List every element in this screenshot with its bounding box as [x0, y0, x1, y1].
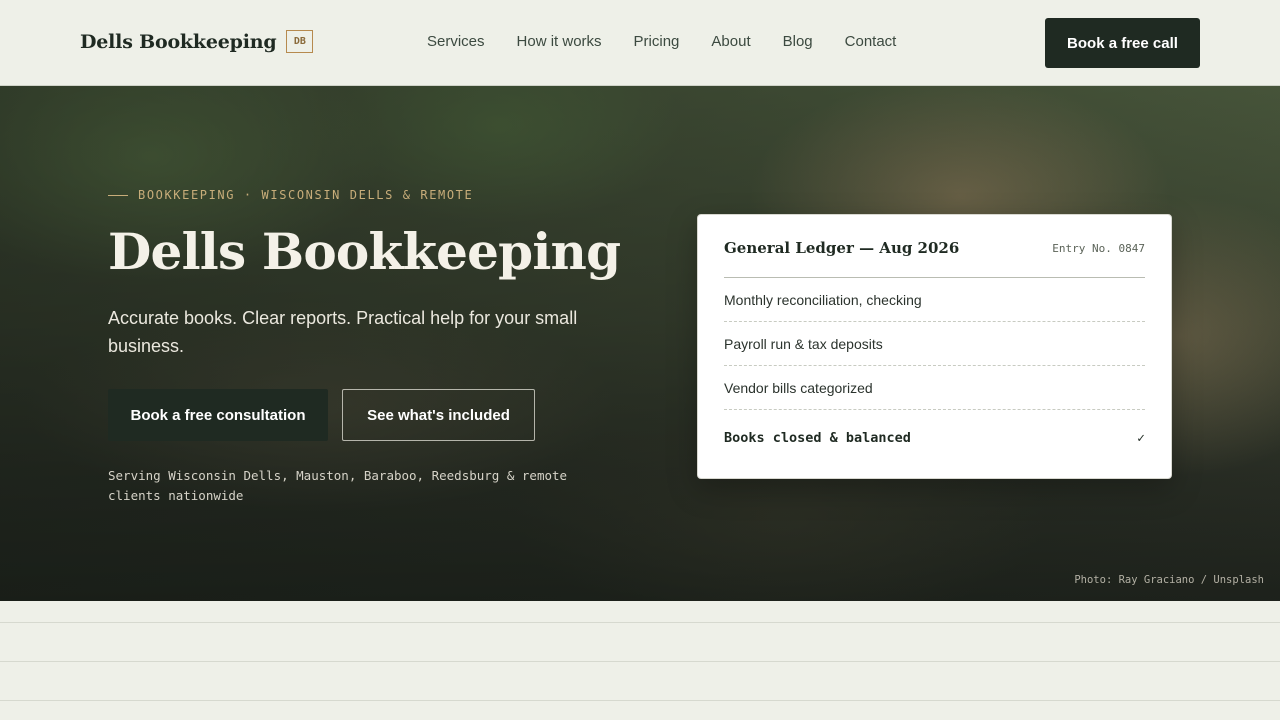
ledger-entry-number: Entry No. 0847 [1052, 241, 1145, 255]
main-nav: Services How it works Pricing About Blog… [411, 32, 912, 52]
ledger-row: Vendor bills categorized [724, 366, 1145, 410]
ledger-final-row: Books closed & balanced ✓ [724, 410, 1145, 466]
checkmark-icon: ✓ [1137, 430, 1145, 446]
hero-section: BOOKKEEPING · WISCONSIN DELLS & REMOTE D… [0, 86, 1280, 601]
service-area-text: Serving Wisconsin Dells, Mauston, Barabo… [108, 468, 568, 503]
ledger-title: General Ledger — Aug 2026 [724, 239, 960, 257]
brand-monogram: DB [286, 30, 314, 53]
brand-logo[interactable]: Dells Bookkeeping DB [80, 30, 314, 53]
eyebrow-text: BOOKKEEPING · WISCONSIN DELLS & REMOTE [138, 188, 474, 202]
hero-eyebrow: BOOKKEEPING · WISCONSIN DELLS & REMOTE [108, 188, 473, 202]
nav-how-it-works[interactable]: How it works [501, 32, 618, 52]
hero-title: Dells Bookkeeping [108, 222, 621, 281]
hero-subtitle: Accurate books. Clear reports. Practical… [108, 308, 578, 356]
section-divider [0, 622, 1280, 623]
section-divider [0, 661, 1280, 662]
site-header: Dells Bookkeeping DB Services How it wor… [0, 0, 1280, 86]
brand-name: Dells Bookkeeping [80, 30, 277, 53]
ledger-row: Payroll run & tax deposits [724, 322, 1145, 366]
book-consultation-button[interactable]: Book a free consultation [108, 389, 328, 441]
book-free-call-button[interactable]: Book a free call [1045, 18, 1200, 68]
nav-services[interactable]: Services [411, 32, 501, 52]
ledger-final-label: Books closed & balanced [724, 430, 911, 446]
eyebrow-rule [108, 194, 128, 196]
nav-contact[interactable]: Contact [829, 32, 913, 52]
section-divider [0, 700, 1280, 701]
nav-about[interactable]: About [695, 32, 766, 52]
ledger-row-label: Monthly reconciliation, checking [724, 291, 922, 308]
ledger-card: General Ledger — Aug 2026 Entry No. 0847… [697, 214, 1172, 479]
nav-blog[interactable]: Blog [767, 32, 829, 52]
see-included-button[interactable]: See what's included [342, 389, 535, 441]
ledger-header: General Ledger — Aug 2026 Entry No. 0847 [724, 215, 1145, 278]
ledger-row-label: Vendor bills categorized [724, 379, 873, 396]
ledger-row: Monthly reconciliation, checking [724, 278, 1145, 322]
nav-pricing[interactable]: Pricing [618, 32, 696, 52]
ledger-row-label: Payroll run & tax deposits [724, 335, 883, 352]
photo-credit: Photo: Ray Graciano / Unsplash [1074, 574, 1264, 586]
